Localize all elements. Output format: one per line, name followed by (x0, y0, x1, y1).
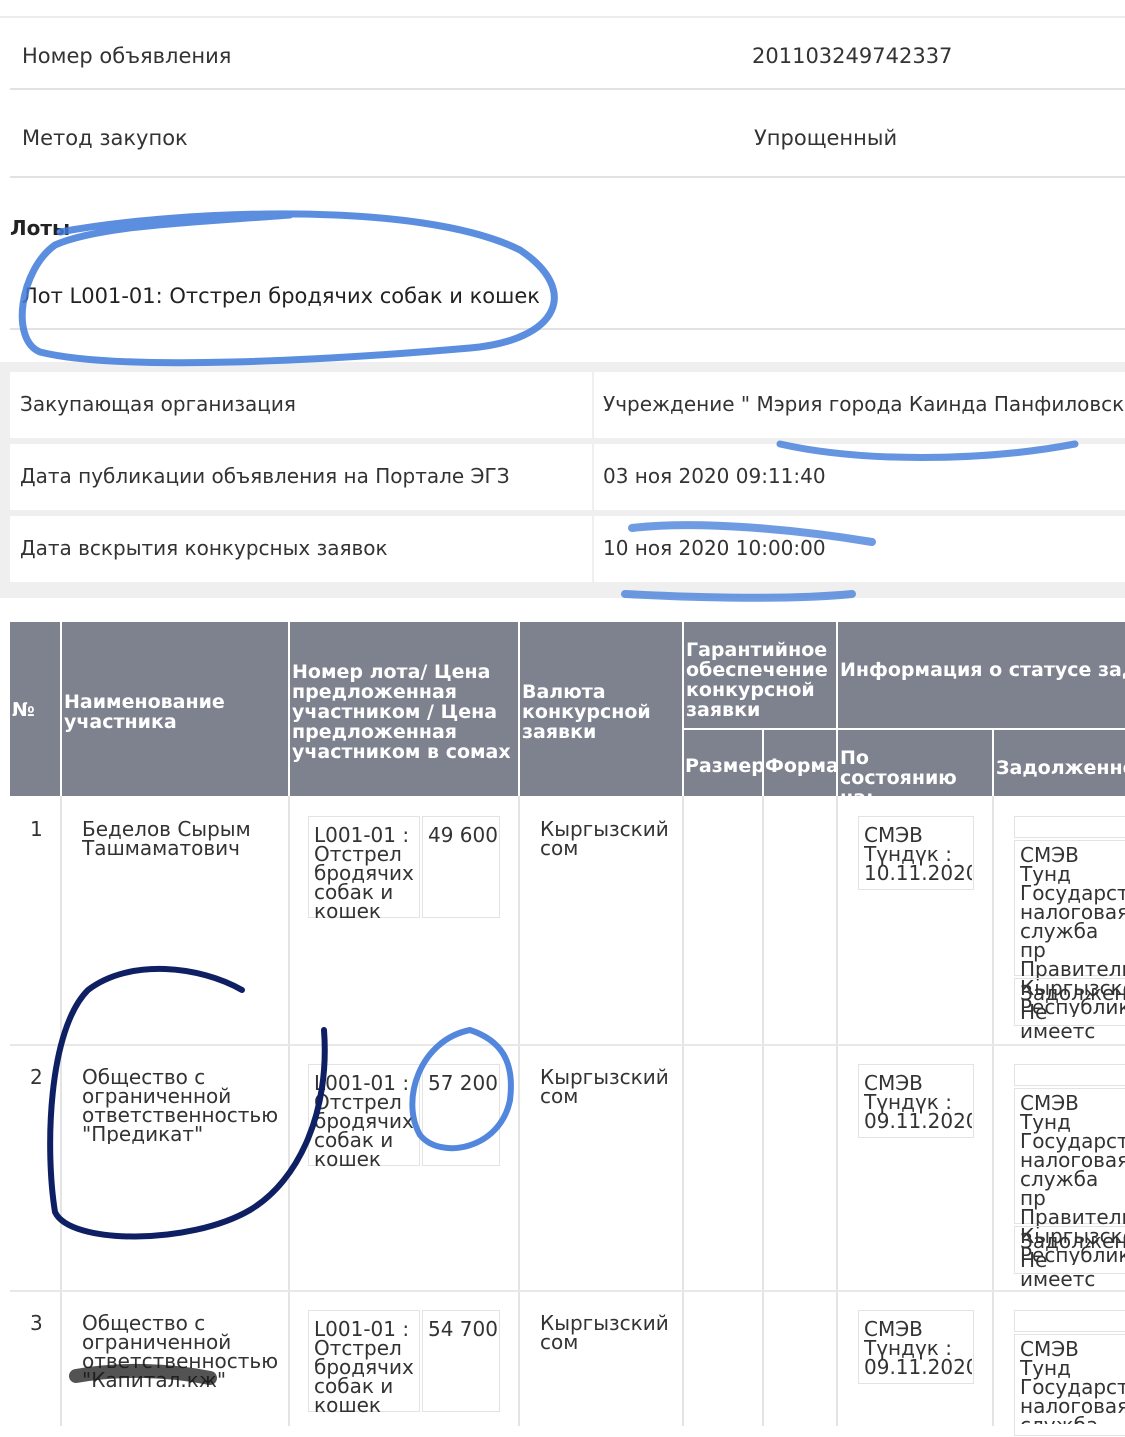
participant-name: Общество с ограниченной ответственностью… (82, 1314, 277, 1390)
org-label: Закупающая организация (20, 392, 296, 416)
col-header-guarantee: Гарантийное обеспечение конкурсной заявк… (684, 622, 836, 728)
currency: Кыргызский сом (540, 1314, 669, 1352)
procurement-method-value: Упрощенный (754, 126, 898, 150)
table-grid-line (682, 796, 684, 1426)
table-grid-line (60, 796, 62, 1426)
announcement-number-label: Номер объявления (22, 44, 232, 68)
col-header-name: Наименование участника (62, 622, 288, 796)
col-header-size: Размер (684, 730, 762, 796)
opening-date-value: 10 ноя 2020 10:00:00 (603, 536, 826, 560)
table-grid-line (836, 796, 838, 1426)
lot-description: L001-01 : Отстрел бродячих собак и кошек (314, 826, 414, 921)
col-header-form: Форма (764, 730, 836, 796)
debt-subcell (1014, 1310, 1125, 1332)
as-of-value: СМЭВ Түндүк : 09.11.2020 (864, 1320, 972, 1377)
debt-status: Задолжен Не имеетс (1020, 984, 1125, 1041)
procurement-method-label: Метод закупок (22, 126, 188, 150)
offered-price: 57 200 (428, 1074, 498, 1093)
debt-organization: СМЭВ Тунд Государст налоговая служба пр … (1020, 1340, 1125, 1424)
debt-status: Задолжен Не имеетс (1020, 1232, 1125, 1289)
divider (10, 328, 1125, 330)
announcement-number-value: 201103249742337 (752, 44, 953, 68)
divider (10, 88, 1125, 90)
table-grid-line (288, 796, 290, 1426)
offered-price: 49 600 (428, 826, 498, 845)
col-header-lot-price: Номер лота/ Цена предложенная участником… (290, 622, 518, 796)
opening-date-label: Дата вскрытия конкурсных заявок (20, 536, 388, 560)
divider (10, 176, 1125, 178)
org-value: Учреждение " Мэрия города Каинда Панфило… (603, 392, 1125, 416)
table-grid-line (762, 796, 764, 1426)
participant-name: Общество с ограниченной ответственностью… (82, 1068, 277, 1144)
lot-link[interactable]: Лот L001-01: Отстрел бродячих собак и ко… (22, 284, 540, 308)
publication-date-value: 03 ноя 2020 09:11:40 (603, 464, 826, 488)
col-header-currency: Валюта конкурсной заявки (520, 622, 682, 796)
row-divider (10, 1290, 1125, 1292)
opening-date-row: Дата вскрытия конкурсных заявок 10 ноя 2… (10, 516, 1125, 582)
participant-name: Беделов Сырым Ташмаматович (82, 820, 251, 858)
org-row: Закупающая организация Учреждение " Мэри… (10, 372, 1125, 438)
publication-date-row: Дата публикации объявления на Портале ЭГ… (10, 444, 1125, 510)
table-grid-line (992, 796, 994, 1426)
col-header-debt: Задолженно (994, 730, 1125, 796)
col-header-num: № (10, 622, 60, 796)
as-of-value: СМЭВ Түндүк : 09.11.2020 (864, 1074, 972, 1131)
lot-description: L001-01 : Отстрел бродячих собак и кошек (314, 1074, 414, 1169)
currency: Кыргызский сом (540, 820, 669, 858)
currency: Кыргызский сом (540, 1068, 669, 1106)
table-grid-line (518, 796, 520, 1426)
col-header-tax: Информация о статусе задолженности по на… (838, 622, 1125, 728)
publication-date-label: Дата публикации объявления на Портале ЭГ… (20, 464, 510, 488)
row-number: 1 (30, 820, 43, 839)
col-header-as-of: По состоянию на: (838, 730, 992, 796)
lots-heading: Лоты (10, 216, 71, 240)
debt-subcell (1014, 1064, 1125, 1086)
debt-subcell (1014, 816, 1125, 838)
offered-price: 54 700 (428, 1320, 498, 1339)
cell-divider (592, 444, 594, 510)
cell-divider (592, 372, 594, 438)
as-of-value: СМЭВ Түндүк : 10.11.2020 (864, 826, 972, 883)
cell-divider (592, 516, 594, 582)
row-divider (10, 1044, 1125, 1046)
row-number: 3 (30, 1314, 43, 1333)
top-border (0, 16, 1125, 18)
lot-description: L001-01 : Отстрел бродячих собак и кошек (314, 1320, 414, 1415)
row-number: 2 (30, 1068, 43, 1087)
